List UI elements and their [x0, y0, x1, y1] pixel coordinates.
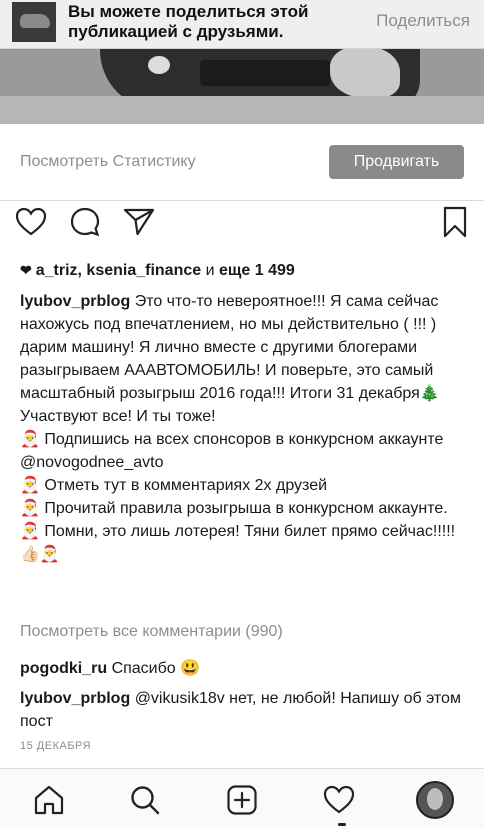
- share-icon[interactable]: [122, 205, 156, 239]
- home-icon[interactable]: [32, 783, 66, 817]
- caption-main: lyubov_prblog Это что-то невероятное!!! …: [20, 290, 468, 428]
- comment-item: pogodki_ru Спасибо 😃: [20, 657, 468, 680]
- gift-bow: [330, 46, 400, 98]
- caption-text: Это что-то невероятное!!! Я сама сейчас …: [20, 293, 440, 425]
- car-headlight: [148, 56, 170, 74]
- share-banner: Вы можете поделиться этой публикацией с …: [0, 0, 484, 49]
- likes-connector: и: [201, 262, 219, 279]
- comment-item: lyubov_prblog @vikusik18v нет, не любой!…: [20, 687, 468, 733]
- likes-heart-icon: ❤: [20, 262, 32, 278]
- comment-username[interactable]: pogodki_ru: [20, 660, 107, 677]
- caption-item: 🎅 Подпишись на всех спонсоров в конкурсн…: [20, 431, 444, 471]
- caption-item: 🎅 Отметь тут в комментариях 2х друзей: [20, 477, 328, 494]
- bookmark-icon[interactable]: [438, 205, 472, 239]
- activity-heart-icon[interactable]: [322, 783, 356, 817]
- likes-more[interactable]: еще 1 499: [219, 262, 295, 279]
- likes-line: ❤ a_triz, ksenia_finance и еще 1 499: [20, 262, 295, 280]
- ground: [0, 96, 484, 124]
- post-actions: [0, 201, 484, 247]
- caption-username[interactable]: lyubov_prblog: [20, 293, 130, 310]
- add-post-icon[interactable]: [225, 783, 259, 817]
- search-icon[interactable]: [128, 783, 162, 817]
- post-date: 15 ДЕКАБРЯ: [20, 740, 92, 752]
- view-all-comments-link[interactable]: Посмотреть все комментарии (990): [20, 623, 283, 641]
- liked-by-users[interactable]: a_triz, ksenia_finance: [36, 262, 201, 279]
- comment-username[interactable]: lyubov_prblog: [20, 690, 130, 707]
- banner-thumbnail: [12, 2, 56, 42]
- comment-icon[interactable]: [68, 205, 102, 239]
- activity-dot: [338, 823, 346, 826]
- view-stats-link[interactable]: Посмотреть Статистику: [20, 153, 196, 171]
- car-grille: [200, 60, 330, 86]
- caption-item: 🎅 Помни, это лишь лотерея! Тяни билет пр…: [20, 523, 456, 563]
- heart-icon[interactable]: [14, 205, 48, 239]
- promote-button[interactable]: Продвигать: [329, 145, 464, 179]
- comment-text: Спасибо 😃: [111, 660, 201, 677]
- share-button[interactable]: Поделиться: [376, 11, 470, 31]
- post-caption: lyubov_prblog Это что-то невероятное!!! …: [20, 290, 468, 566]
- bottom-nav: [0, 768, 484, 829]
- profile-avatar[interactable]: [416, 781, 454, 819]
- caption-item: 🎅 Прочитай правила розыгрыша в конкурсно…: [20, 500, 448, 517]
- banner-text: Вы можете поделиться этой публикацией с …: [68, 2, 309, 41]
